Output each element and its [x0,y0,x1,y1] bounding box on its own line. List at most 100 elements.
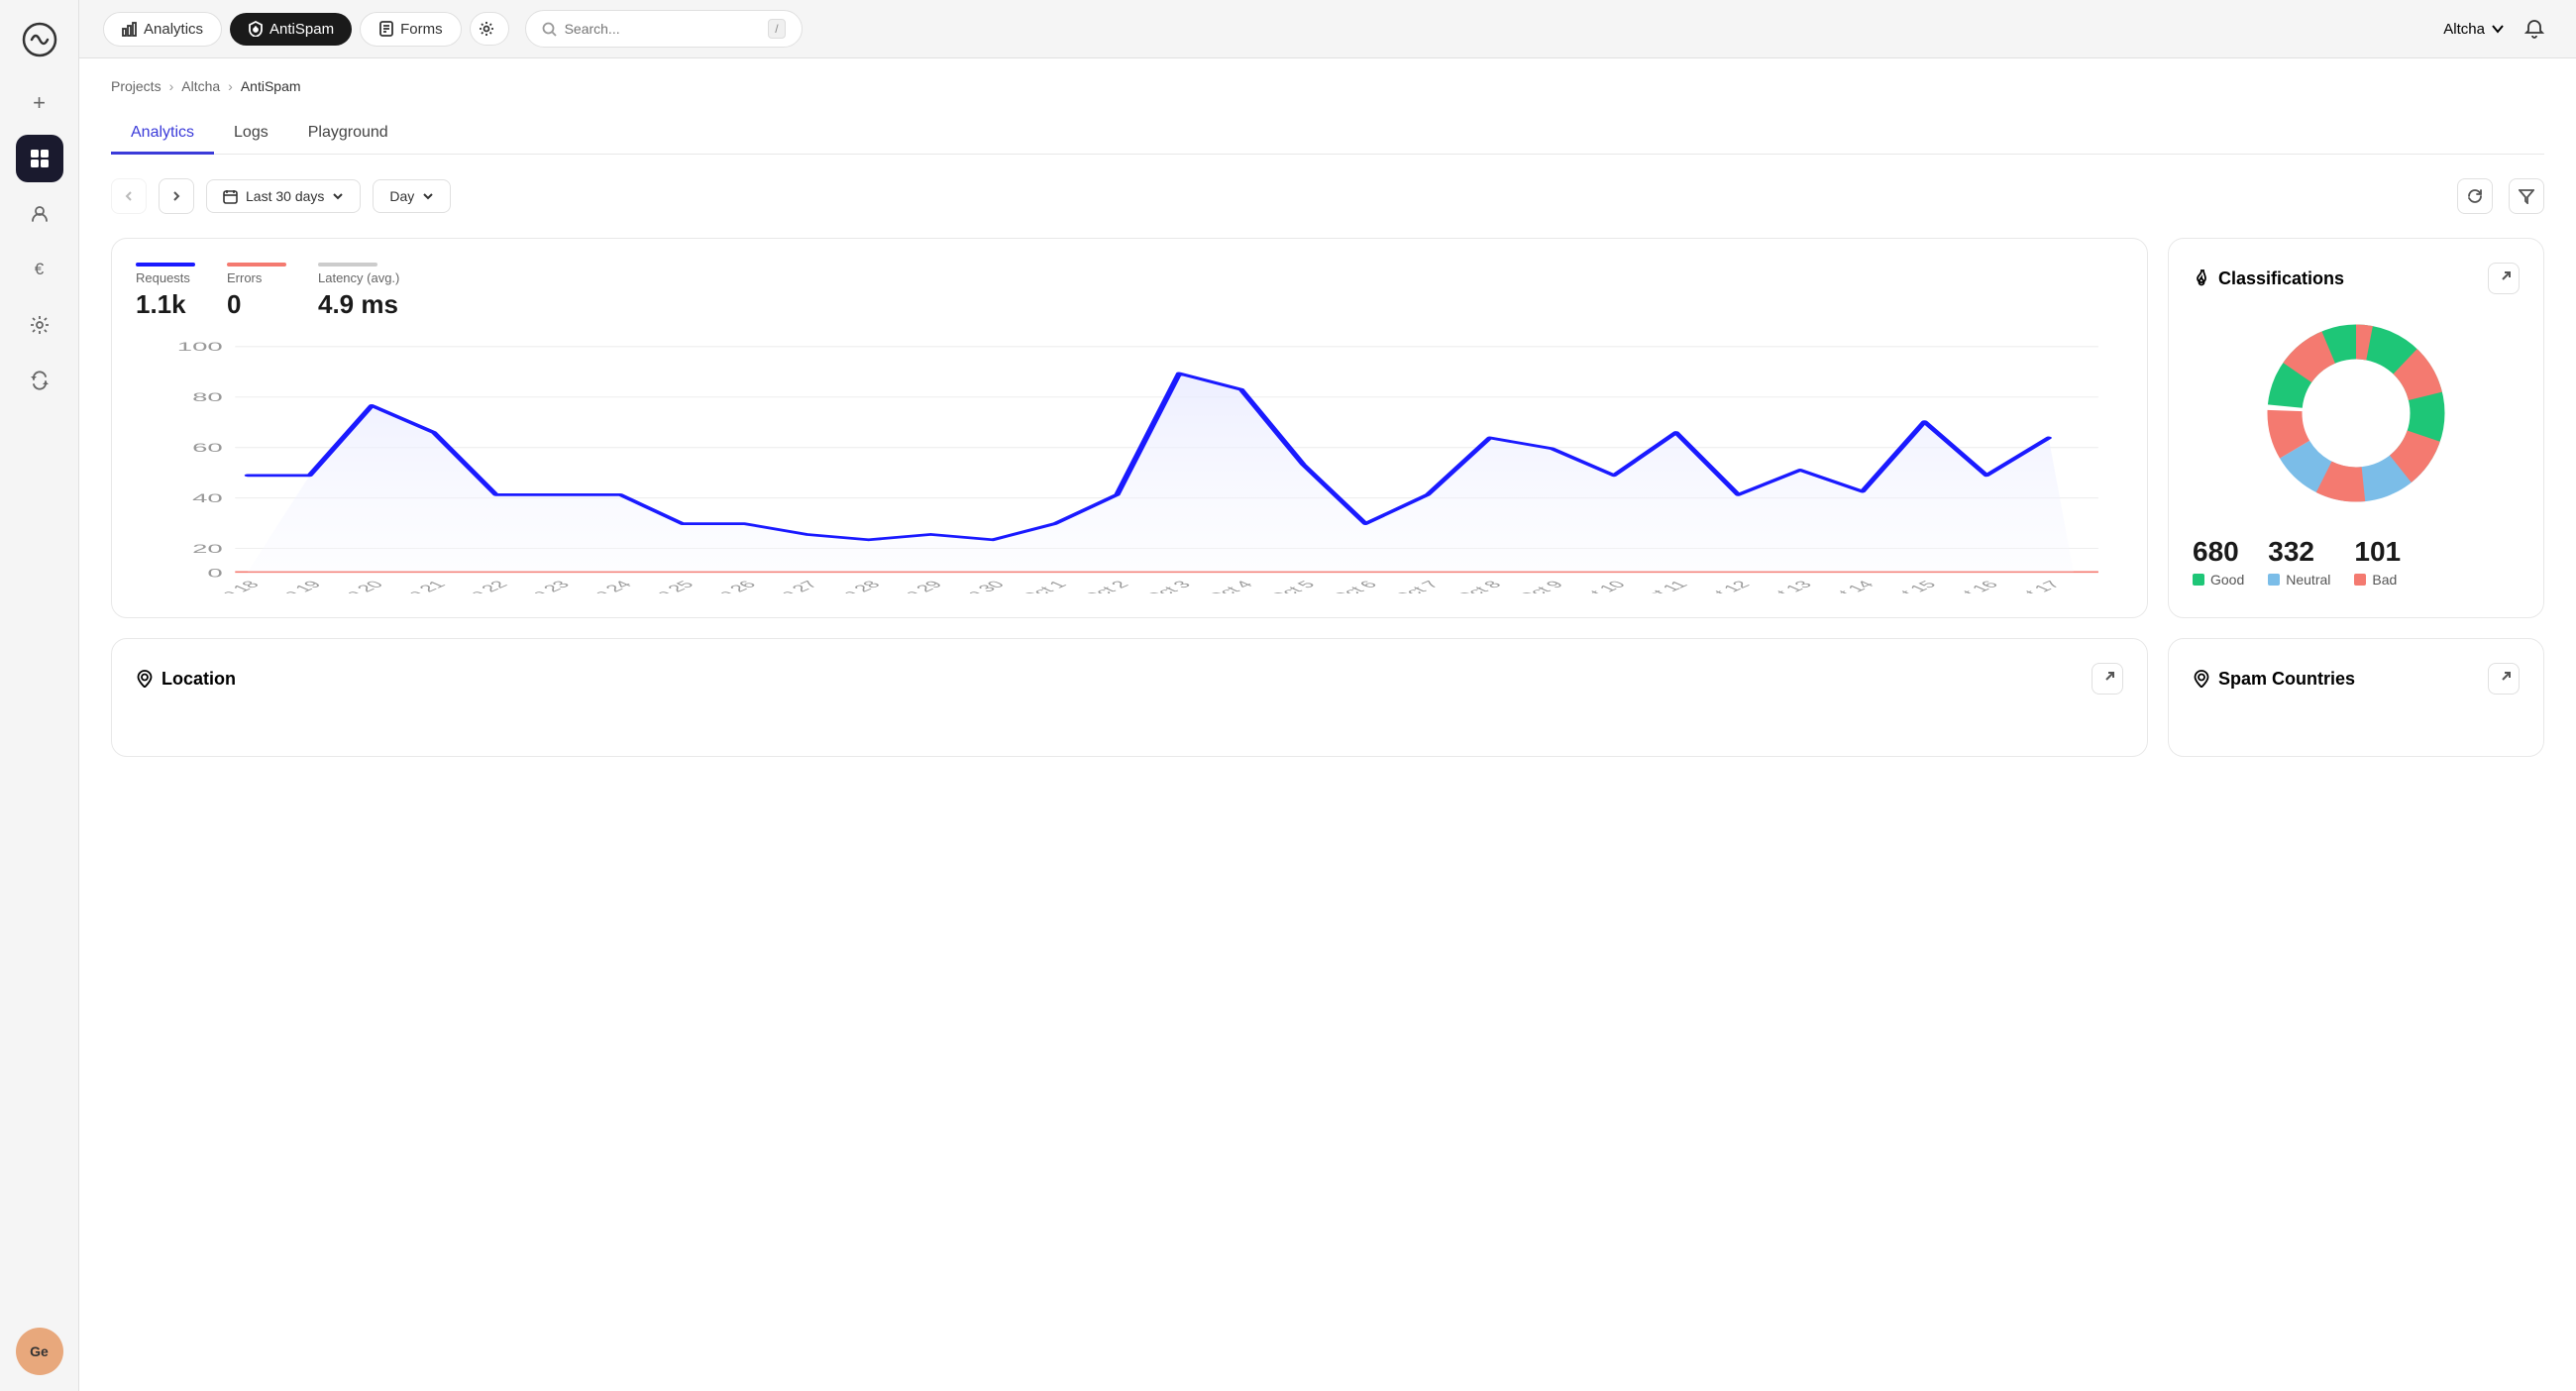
dashboard-grid: Requests 1.1k Errors 0 Latency (avg.) 4.… [111,238,2544,618]
location-expand-button[interactable] [2092,663,2123,695]
latency-line-indicator [318,263,377,267]
spam-countries-expand-button[interactable] [2488,663,2520,695]
sidebar-item-billing[interactable]: € [16,246,63,293]
neutral-dot [2268,574,2280,586]
errors-line-indicator [227,263,286,267]
prev-button[interactable] [111,178,147,214]
svg-text:20: 20 [192,542,223,555]
svg-text:Oct 10: Oct 10 [1565,579,1630,593]
nav-tab-forms[interactable]: Forms [360,12,462,47]
granularity-label: Day [389,188,414,204]
breadcrumb-antispam: AntiSpam [241,78,301,94]
topnav-right: Altcha [2443,11,2552,47]
location-card: Location [111,638,2148,757]
svg-text:Oct 6: Oct 6 [1326,579,1381,593]
page-body: Projects › Altcha › AntiSpam Analytics L… [79,58,2576,1391]
date-range-label: Last 30 days [246,188,324,204]
requests-line-indicator [136,263,195,267]
tab-analytics[interactable]: Analytics [111,114,214,155]
granularity-chevron-icon [422,190,434,202]
legend-requests: Requests 1.1k [136,263,195,320]
breadcrumb-projects[interactable]: Projects [111,78,161,94]
svg-text:Oct 17: Oct 17 [2000,579,2065,593]
svg-text:Sep 21: Sep 21 [381,579,450,593]
latency-value: 4.9 ms [318,289,399,320]
svg-text:Sep 18: Sep 18 [195,579,264,593]
classifications-title: Classifications [2193,268,2344,289]
svg-text:Sep 24: Sep 24 [568,579,636,593]
user-menu-button[interactable]: Altcha [2443,21,2505,38]
requests-value: 1.1k [136,289,195,320]
nav-tab-forms-label: Forms [400,21,443,38]
bad-count: 101 [2354,536,2401,568]
expand-icon [2497,271,2511,285]
svg-text:Sep 30: Sep 30 [940,579,1009,593]
bell-icon [2524,19,2544,39]
legend-latency: Latency (avg.) 4.9 ms [318,263,399,320]
notifications-button[interactable] [2517,11,2552,47]
chevron-left-icon [123,190,135,202]
classifications-header: Classifications [2193,263,2520,294]
svg-text:Sep 20: Sep 20 [320,579,388,593]
breadcrumb-altcha[interactable]: Altcha [181,78,220,94]
svg-text:Oct 2: Oct 2 [1077,579,1132,593]
svg-text:60: 60 [192,441,223,454]
classifications-title-text: Classifications [2218,268,2344,289]
svg-text:Oct 16: Oct 16 [1938,579,2002,593]
good-count: 680 [2193,536,2244,568]
next-button[interactable] [159,178,194,214]
svg-text:Sep 22: Sep 22 [444,579,512,593]
tab-playground[interactable]: Playground [288,114,408,155]
controls-row: Last 30 days Day [111,178,2544,214]
errors-label: Errors [227,270,286,285]
sidebar-item-users[interactable] [16,190,63,238]
svg-text:Oct 7: Oct 7 [1388,579,1444,593]
sidebar-item-sync[interactable] [16,357,63,404]
refresh-button[interactable] [2457,178,2493,214]
sidebar-item-apps[interactable] [16,135,63,182]
date-chevron-icon [332,190,344,202]
legend-errors: Errors 0 [227,263,286,320]
top-navigation: Analytics AntiSpam Forms [79,0,2576,58]
errors-value: 0 [227,289,286,320]
main-content: Analytics AntiSpam Forms [79,0,2576,1391]
neutral-count: 332 [2268,536,2330,568]
donut-chart-container [2193,314,2520,512]
stat-bad: 101 Bad [2354,536,2401,588]
user-avatar[interactable]: Ge [16,1328,63,1375]
bottom-row: Location [111,638,2544,757]
spam-countries-card: Spam Countries [2168,638,2544,757]
svg-text:100: 100 [177,341,223,354]
filter-button[interactable] [2509,178,2544,214]
svg-text:Oct 8: Oct 8 [1449,579,1505,593]
nav-tab-analytics-label: Analytics [144,21,203,38]
classifications-expand-button[interactable] [2488,263,2520,294]
chart-legend: Requests 1.1k Errors 0 Latency (avg.) 4.… [136,263,2123,320]
svg-text:Oct 11: Oct 11 [1629,579,1692,593]
good-label: Good [2193,572,2244,588]
search-input[interactable] [565,21,761,37]
app-logo [16,16,63,63]
nav-tab-analytics[interactable]: Analytics [103,12,222,47]
good-dot [2193,574,2204,586]
nav-tab-settings[interactable] [470,12,509,46]
svg-text:Sep 27: Sep 27 [754,579,822,593]
nav-tab-antispam[interactable]: AntiSpam [230,13,352,46]
user-name: Altcha [2443,21,2485,38]
sidebar-item-settings[interactable] [16,301,63,349]
location-expand-icon [2100,672,2114,686]
donut-chart [2257,314,2455,512]
line-chart: 100 80 60 40 20 0 [136,336,2123,593]
location-title-text: Location [161,669,236,690]
date-range-dropdown[interactable]: Last 30 days [206,179,361,213]
svg-text:Oct 9: Oct 9 [1512,579,1567,593]
svg-text:Oct 5: Oct 5 [1263,579,1319,593]
spam-location-icon [2193,670,2210,688]
svg-text:Sep 29: Sep 29 [879,579,947,593]
granularity-dropdown[interactable]: Day [373,179,451,213]
spam-countries-title-text: Spam Countries [2218,669,2355,690]
sidebar: + € Ge [0,0,79,1391]
sidebar-item-add[interactable]: + [16,79,63,127]
neutral-label: Neutral [2268,572,2330,588]
tab-logs[interactable]: Logs [214,114,288,155]
